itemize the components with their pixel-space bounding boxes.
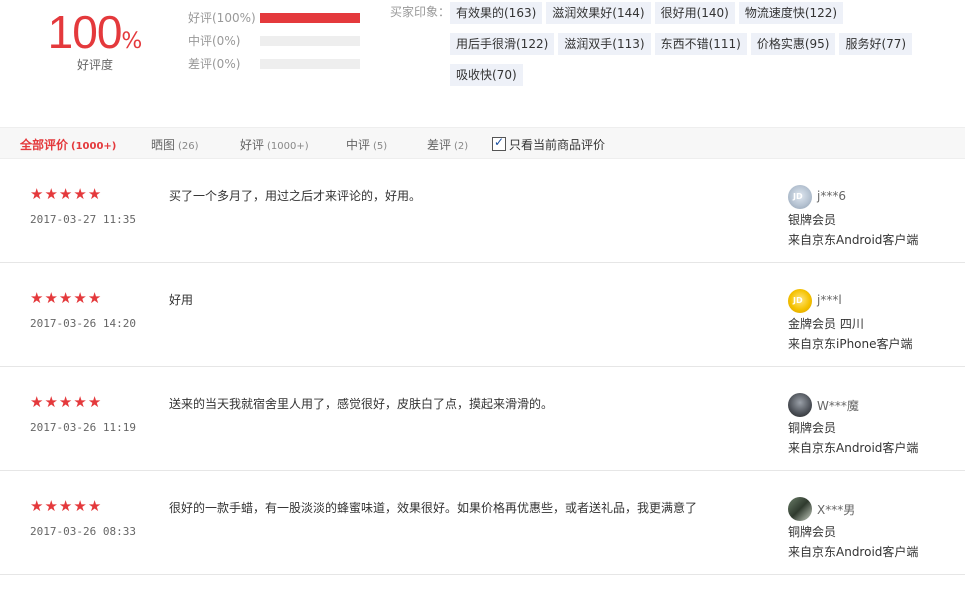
- tab-label: 好评: [240, 138, 265, 152]
- star-icon: ★: [87, 289, 102, 307]
- impression-tag[interactable]: 用后手很滑(122): [450, 33, 555, 55]
- rating-bar-label: 中评(0%): [188, 34, 241, 48]
- member-level: 金牌会员 四川: [788, 317, 864, 331]
- review-date: 2017-03-26 11:19: [30, 421, 136, 434]
- impression-tag[interactable]: 服务好(77): [839, 33, 913, 55]
- user-photo-avatar-icon[interactable]: [788, 393, 812, 417]
- member-level: 银牌会员: [788, 213, 837, 227]
- star-icon: ★: [58, 289, 73, 307]
- positive-rate-unit: %: [121, 29, 143, 54]
- star-rating: ★★★★★: [30, 187, 102, 202]
- reviewer-name: j***l: [817, 293, 842, 307]
- tab-label: 晒图: [151, 138, 176, 152]
- star-icon: ★: [30, 289, 44, 307]
- star-icon: ★: [58, 393, 73, 411]
- review-content: 买了一个多月了，用过之后才来评论的，好用。: [169, 189, 422, 203]
- jd-gold-avatar-icon[interactable]: JD: [788, 289, 812, 313]
- review-client: 来自京东iPhone客户端: [788, 337, 913, 351]
- tab-count: (2): [454, 141, 469, 152]
- tab-bad-reviews[interactable]: 差评 (2): [427, 136, 468, 153]
- review-item: ★★★★★ 2017-03-26 08:33 很好的一款手蜡，有一股淡淡的蜂蜜味…: [0, 471, 965, 575]
- review-client: 来自京东Android客户端: [788, 441, 919, 455]
- rating-bar-label: 差评(0%): [188, 57, 241, 71]
- impression-tag[interactable]: 有效果的(163): [450, 2, 543, 24]
- star-icon: ★: [73, 393, 87, 411]
- star-icon: ★: [87, 393, 102, 411]
- star-icon: ★: [44, 289, 58, 307]
- tab-all-reviews[interactable]: 全部评价 (1000+): [20, 136, 116, 153]
- impression-tag[interactable]: 物流速度快(122): [738, 2, 844, 24]
- star-icon: ★: [58, 497, 73, 515]
- star-rating: ★★★★★: [30, 499, 102, 514]
- star-icon: ★: [87, 497, 102, 515]
- tab-count: (5): [373, 141, 388, 152]
- impression-tags: 有效果的(163) 滋润效果好(144) 很好用(140) 物流速度快(122)…: [450, 2, 950, 95]
- review-filter-bar: 全部评价 (1000+) 晒图 (26) 好评 (1000+) 中评 (5) 差评 (2)…: [0, 127, 965, 159]
- star-icon: ★: [73, 185, 87, 203]
- avatar-badge: JD: [793, 296, 803, 305]
- rating-bar-fill: [260, 13, 360, 23]
- star-icon: ★: [73, 497, 87, 515]
- jd-silver-avatar-icon[interactable]: JD: [788, 185, 812, 209]
- user-photo-avatar-icon[interactable]: [788, 497, 812, 521]
- member-level: 铜牌会员: [788, 421, 837, 435]
- impression-tag[interactable]: 价格实惠(95): [750, 33, 836, 55]
- impression-tag[interactable]: 东西不错(111): [654, 33, 747, 55]
- review-client: 来自京东Android客户端: [788, 545, 919, 559]
- review-content: 很好的一款手蜡，有一股淡淡的蜂蜜味道，效果很好。如果价格再优惠些，或者送礼品，我…: [169, 501, 698, 515]
- positive-rate-value: 100: [47, 6, 123, 58]
- star-icon: ★: [44, 497, 58, 515]
- tab-count: (1000+): [267, 141, 309, 152]
- star-icon: ★: [30, 497, 44, 515]
- review-item: ★★★★★ 2017-03-26 11:19 送来的当天我就宿舍里人用了，感觉很…: [0, 367, 965, 471]
- rating-bar-track: [260, 36, 360, 46]
- star-icon: ★: [44, 393, 58, 411]
- impression-tag[interactable]: 滋润效果好(144): [546, 2, 651, 24]
- reviewer-name: j***6: [817, 189, 846, 203]
- member-level: 铜牌会员: [788, 525, 837, 539]
- star-rating: ★★★★★: [30, 395, 102, 410]
- avatar-badge: JD: [793, 192, 803, 201]
- review-date: 2017-03-26 14:20: [30, 317, 136, 330]
- rating-bar-track: [260, 13, 360, 23]
- positive-rate: 100% 好评度: [40, 6, 150, 73]
- impression-tag[interactable]: 滋润双手(113): [558, 33, 651, 55]
- tab-label: 差评: [427, 138, 452, 152]
- review-date: 2017-03-27 11:35: [30, 213, 136, 226]
- reviewer-name: X***男: [817, 503, 856, 517]
- reviewer-name: W***魔: [817, 399, 859, 413]
- tab-medium-reviews[interactable]: 中评 (5): [346, 136, 387, 153]
- rating-summary: 100% 好评度 好评(100%) 中评(0%) 差评(0%) 买家印象： 有效…: [0, 0, 965, 127]
- rating-bar-label: 好评(100%): [188, 11, 256, 25]
- star-icon: ★: [73, 289, 87, 307]
- tab-label: 中评: [346, 138, 371, 152]
- tab-count: (26): [178, 141, 199, 152]
- star-icon: ★: [87, 185, 102, 203]
- only-current-product-label: 只看当前商品评价: [509, 138, 606, 152]
- star-rating: ★★★★★: [30, 291, 102, 306]
- review-client: 来自京东Android客户端: [788, 233, 919, 247]
- checkbox-checked-icon[interactable]: [492, 135, 506, 151]
- tab-good-reviews[interactable]: 好评 (1000+): [240, 136, 309, 153]
- rating-bar-track: [260, 59, 360, 69]
- positive-rate-label: 好评度: [76, 58, 113, 72]
- impression-tag[interactable]: 很好用(140): [654, 2, 735, 24]
- review-content: 送来的当天我就宿舍里人用了，感觉很好，皮肤白了点，摸起来滑滑的。: [169, 397, 554, 411]
- tab-label: 全部评价: [20, 138, 69, 152]
- star-icon: ★: [58, 185, 73, 203]
- review-content: 好用: [169, 293, 194, 307]
- impressions-label: 买家印象：: [390, 5, 451, 19]
- review-date: 2017-03-26 08:33: [30, 525, 136, 538]
- review-item: ★★★★★ 2017-03-26 14:20 好用 JD j***l 金牌会员 …: [0, 263, 965, 367]
- review-item: ★★★★★ 2017-03-27 11:35 买了一个多月了，用过之后才来评论的…: [0, 159, 965, 263]
- tab-count: (1000+): [71, 141, 117, 152]
- star-icon: ★: [30, 185, 44, 203]
- star-icon: ★: [44, 185, 58, 203]
- tab-photo-reviews[interactable]: 晒图 (26): [151, 136, 199, 153]
- star-icon: ★: [30, 393, 44, 411]
- only-current-product-toggle[interactable]: 只看当前商品评价: [492, 135, 606, 153]
- impression-tag[interactable]: 吸收快(70): [450, 64, 523, 86]
